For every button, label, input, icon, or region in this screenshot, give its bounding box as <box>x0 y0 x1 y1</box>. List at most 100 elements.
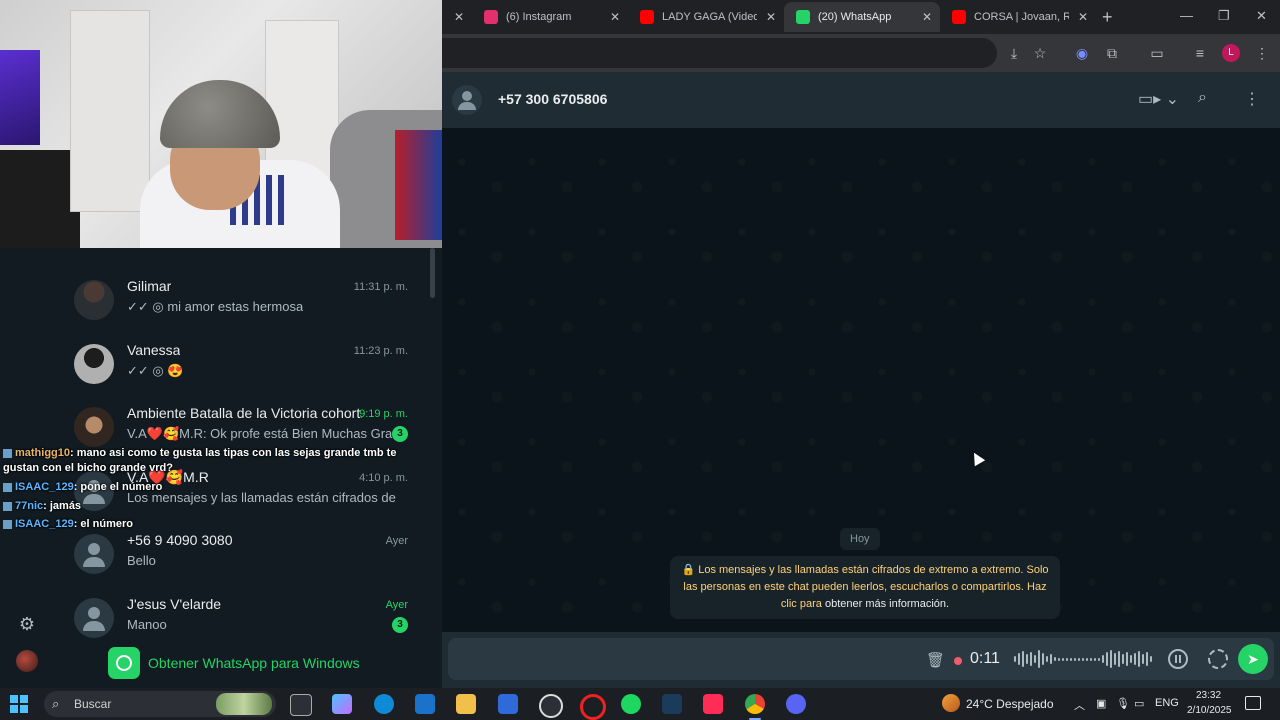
language-indicator[interactable]: ENG <box>1155 697 1179 709</box>
discord-icon[interactable] <box>786 694 806 714</box>
spotify-icon[interactable] <box>621 694 641 714</box>
browser-tab[interactable]: (6) Instagram ✕ <box>472 2 628 32</box>
stream-chat-text: : jamás <box>43 500 82 512</box>
close-window-icon[interactable]: ✕ <box>1256 8 1267 24</box>
waveform-bar <box>1110 650 1112 668</box>
conversation-header[interactable]: +57 300 6705806 ▭▸ ⌄ ⌕ ⋮ <box>442 72 1280 128</box>
playback-speed-icon[interactable] <box>1208 649 1228 669</box>
tab-label: (20) WhatsApp <box>818 11 892 23</box>
browser-tab[interactable]: LADY GAGA (Video O ✕ <box>628 2 784 32</box>
edge-icon[interactable] <box>374 694 394 714</box>
waveform-bar <box>1054 657 1056 661</box>
file-explorer-icon[interactable] <box>456 694 476 714</box>
pause-icon[interactable] <box>1168 649 1188 669</box>
taskbar-search[interactable]: ⌕ Buscar <box>44 691 276 717</box>
chat-time: 4:10 p. m. <box>359 472 408 484</box>
encryption-notice[interactable]: 🔒 Los mensajes y las llamadas están cifr… <box>670 556 1060 619</box>
chat-list-item[interactable]: Gilimar 11:31 p. m. ✓✓ ◎ mi amor estas her… <box>56 274 428 338</box>
waveform-bar <box>1050 654 1052 664</box>
store-icon[interactable] <box>498 694 518 714</box>
extension-icon[interactable]: ◉ <box>1072 43 1092 63</box>
background-monitor <box>0 50 40 145</box>
chat-time: 11:23 p. m. <box>353 345 408 357</box>
tab-close-icon[interactable]: ✕ <box>610 10 620 24</box>
chat-list-scrollbar[interactable] <box>430 248 435 298</box>
stream-chat-message: mathigg10: mano asi como te gusta las ti… <box>3 447 396 459</box>
stream-chat-message: ISAAC_129: el número <box>3 518 133 530</box>
microphone-icon[interactable]: 🎙 <box>1116 697 1130 710</box>
composer-footer: 🗑 0:11 ➤ <box>442 632 1280 688</box>
cast-icon[interactable]: ▭ <box>1147 43 1167 63</box>
waveform-bar <box>1074 657 1076 661</box>
tab-close-icon[interactable]: ✕ <box>454 10 464 24</box>
copilot-icon[interactable] <box>332 694 352 714</box>
outlook-icon[interactable] <box>415 694 435 714</box>
date-divider: Hoy <box>840 528 880 550</box>
browser-tab[interactable]: CORSA | Jovaan, Rem ✕ <box>940 2 1096 32</box>
notifications-icon[interactable] <box>1245 696 1261 710</box>
tiktok-icon[interactable] <box>703 694 723 714</box>
chat-list-item[interactable]: Vanessa 11:23 p. m. ✓✓ ◎ 😍 <box>56 338 428 402</box>
install-app-icon[interactable]: ⤓ <box>1004 43 1024 63</box>
profile-avatar[interactable] <box>16 650 38 672</box>
waveform-bar <box>1094 657 1096 661</box>
chat-time: 9:19 p. m. <box>359 408 408 420</box>
browser-menu-icon[interactable]: ⋮ <box>1252 43 1272 63</box>
contact-avatar[interactable] <box>452 85 482 115</box>
taskbar-search-placeholder: Buscar <box>74 697 112 711</box>
waveform-bar <box>1058 657 1060 661</box>
media-control-icon[interactable]: ≡ <box>1190 43 1210 63</box>
steam-icon[interactable] <box>662 694 682 714</box>
waveform-bar <box>1114 653 1116 665</box>
chat-list-item[interactable]: J'esus V'elarde Ayer Manoo 3 <box>56 592 428 638</box>
whatsapp-logo-icon <box>108 647 140 679</box>
trash-icon[interactable]: 🗑 <box>926 651 945 669</box>
chat-time: Ayer <box>385 535 408 547</box>
settings-gear-icon[interactable]: ⚙ <box>17 614 37 634</box>
browser-tab[interactable]: ✕ <box>442 2 472 32</box>
address-bar[interactable] <box>442 38 997 68</box>
steering-app-icon[interactable] <box>539 694 563 718</box>
chat-avatar <box>74 407 114 447</box>
waveform-bar <box>1062 657 1064 661</box>
get-whatsapp-windows-button[interactable]: Obtener WhatsApp para Windows <box>108 646 360 680</box>
search-highlight-image <box>216 693 272 715</box>
maximize-icon[interactable]: ❐ <box>1218 8 1230 24</box>
tab-close-icon[interactable]: ✕ <box>766 10 776 24</box>
tab-close-icon[interactable]: ✕ <box>1078 10 1088 24</box>
chat-name: J'esus V'elarde <box>127 596 222 612</box>
extensions-puzzle-icon[interactable]: ⧉ <box>1102 43 1122 63</box>
encryption-more-link[interactable]: obtener más información. <box>825 598 949 610</box>
tab-close-icon[interactable]: ✕ <box>922 10 932 24</box>
send-button[interactable]: ➤ <box>1238 644 1268 674</box>
tab-favicon-icon <box>640 10 654 24</box>
stream-chat-user: 77nic <box>15 500 44 512</box>
contact-name[interactable]: +57 300 6705806 <box>498 91 607 107</box>
chat-preview: Los mensajes y las llamadas están cifrad… <box>127 490 397 505</box>
video-call-icon[interactable]: ▭▸ ⌄ <box>1138 89 1179 109</box>
chat-list: Gilimar 11:31 p. m. ✓✓ ◎ mi amor estas her… <box>56 248 428 638</box>
windows-start-icon[interactable] <box>10 695 28 713</box>
search-icon[interactable]: ⌕ <box>1198 89 1207 107</box>
chrome-icon[interactable] <box>745 694 765 720</box>
chat-preview: Bello <box>127 553 156 568</box>
chat-avatar <box>74 344 114 384</box>
clock-time[interactable]: 23:32 <box>1196 690 1221 701</box>
bookmark-star-icon[interactable]: ☆ <box>1030 43 1050 63</box>
clock-date[interactable]: 2/10/2025 <box>1187 705 1232 716</box>
task-view-icon[interactable] <box>290 694 312 716</box>
browser-tab[interactable]: (20) WhatsApp ✕ <box>784 2 940 32</box>
tray-chevron-icon[interactable]: ︿ <box>1074 697 1085 713</box>
new-tab-button[interactable]: + <box>1102 7 1113 28</box>
minimize-icon[interactable]: — <box>1180 8 1193 23</box>
opera-icon[interactable] <box>580 694 606 720</box>
network-icon[interactable]: ▭ <box>1134 697 1144 710</box>
weather-icon[interactable] <box>942 694 960 712</box>
weather-text[interactable]: 24°C Despejado <box>966 697 1054 711</box>
stream-chat-text: : el número <box>73 518 133 530</box>
menu-icon[interactable]: ⋮ <box>1244 89 1260 109</box>
profile-button[interactable]: L <box>1222 44 1240 62</box>
chat-list-item[interactable]: +56 9 4090 3080 Ayer Bello <box>56 528 428 592</box>
chat-badge-icon <box>3 519 12 529</box>
tray-app-icon[interactable]: ▣ <box>1096 697 1106 710</box>
